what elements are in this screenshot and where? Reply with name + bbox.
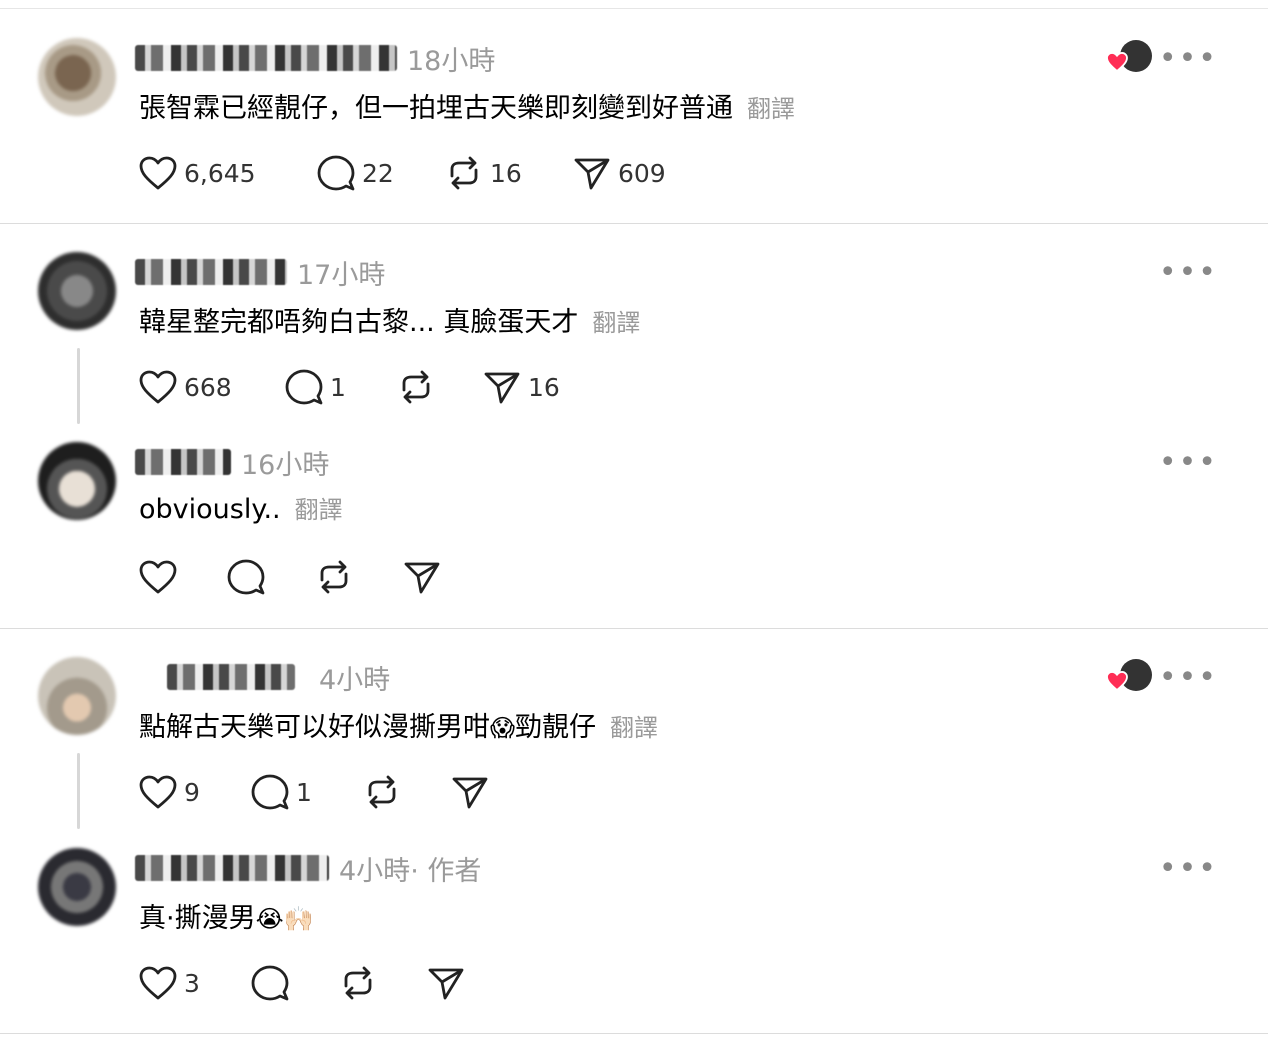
like-button[interactable]: 6,645 [138,155,316,191]
heart-icon [1106,671,1128,691]
heart-icon [139,560,177,594]
send-icon [404,562,440,594]
heart-icon [139,966,177,1000]
heart-icon [139,156,177,190]
repost-button[interactable] [338,964,426,1002]
timestamp: 4小時 [319,664,391,696]
comment-text-continued: 勁靚仔 [515,712,597,743]
like-count: 668 [184,372,232,402]
reply-button[interactable]: 22 [316,154,444,192]
like-button[interactable]: 3 [138,965,250,1001]
author-tag: · 作者 [410,855,482,887]
timestamp: 17小時 [297,259,386,291]
avatar[interactable] [38,657,116,735]
avatar[interactable] [38,38,116,116]
share-button[interactable]: 609 [572,154,666,192]
share-count: 609 [618,158,666,188]
repost-button[interactable] [314,558,402,596]
comment-text: obviously.. [139,494,281,525]
comment-icon [251,965,289,1001]
share-button[interactable]: 16 [482,368,560,406]
username-redacted[interactable] [135,45,397,71]
reply-count: 1 [330,372,346,402]
heart-icon [1106,52,1128,72]
send-icon [452,777,488,809]
comment-text: 真·撕漫男 [139,903,256,934]
thread-connector [77,753,80,829]
like-button[interactable]: 9 [138,774,250,810]
repost-button[interactable] [362,773,450,811]
liked-by-author-badge [1106,659,1154,693]
comment-3[interactable]: 16小時 ••• obviously.. 翻譯 [0,442,1268,595]
repost-button[interactable]: 16 [444,154,572,192]
share-button[interactable] [426,964,466,1002]
repost-icon [368,775,396,809]
translate-link[interactable]: 翻譯 [610,714,658,742]
more-options-icon[interactable]: ••• [1159,44,1218,74]
like-button[interactable] [138,559,226,595]
emoji: 😭🙌🏻 [255,905,314,933]
username-redacted[interactable] [135,855,329,881]
repost-icon [402,370,430,404]
reply-count: 1 [296,777,312,807]
liked-by-author-badge [1106,40,1154,74]
translate-link[interactable]: 翻譯 [295,496,343,524]
send-icon [428,968,464,1000]
like-count: 6,645 [184,158,256,188]
timestamp: 18小時 [407,45,496,77]
repost-icon [344,966,372,1000]
comment-icon [317,155,355,191]
more-options-icon[interactable]: ••• [1159,258,1218,288]
comment-5[interactable]: 4小時 · 作者 ••• 真·撕漫男😭🙌🏻 3 [0,848,1268,1001]
share-button[interactable] [402,558,442,596]
reply-button[interactable] [250,964,338,1002]
comment-1[interactable]: 18小時 ••• 張智霖已經靚仔，但一拍埋古天樂即刻變到好普通 翻譯 6,645 … [0,38,1268,191]
comment-text: 韓星整完都唔夠白古黎... 真臉蛋天才 [139,307,579,338]
repost-button[interactable] [396,368,482,406]
thread-connector [77,348,80,424]
repost-count: 16 [490,158,522,188]
divider [0,1033,1268,1034]
avatar[interactable] [38,252,116,330]
top-divider [0,8,1268,9]
comment-text: 張智霖已經靚仔，但一拍埋古天樂即刻變到好普通 [139,93,733,124]
comment-4[interactable]: 4小時 ••• 點解古天樂可以好似漫撕男咁😱勁靚仔 翻譯 9 1 [0,657,1268,810]
divider [0,628,1268,629]
timestamp: 16小時 [241,449,330,481]
like-count: 3 [184,968,200,998]
reply-button[interactable]: 1 [284,368,396,406]
avatar[interactable] [38,848,116,926]
send-icon [574,158,610,190]
comment-icon [251,774,289,810]
reply-button[interactable]: 1 [250,773,362,811]
more-options-icon[interactable]: ••• [1159,448,1218,478]
comment-text: 點解古天樂可以好似漫撕男咁 [139,712,490,743]
translate-link[interactable]: 翻譯 [747,95,795,123]
reply-count: 22 [362,158,394,188]
share-count: 16 [528,372,560,402]
divider [0,223,1268,224]
comment-2[interactable]: 17小時 ••• 韓星整完都唔夠白古黎... 真臉蛋天才 翻譯 668 1 16 [0,252,1268,405]
heart-icon [139,370,177,404]
more-options-icon[interactable]: ••• [1159,854,1218,884]
like-button[interactable]: 668 [138,369,284,405]
emoji: 😱 [490,714,516,742]
repost-icon [320,560,348,594]
share-button[interactable] [450,773,490,811]
repost-icon [450,156,478,190]
timestamp: 4小時 [339,855,411,887]
username-redacted[interactable] [135,449,231,475]
avatar[interactable] [38,442,116,520]
comment-icon [285,369,323,405]
username-redacted[interactable] [167,664,295,690]
send-icon [484,372,520,404]
username-redacted[interactable] [135,259,287,285]
comment-icon [227,559,265,595]
translate-link[interactable]: 翻譯 [592,309,640,337]
heart-icon [139,775,177,809]
more-options-icon[interactable]: ••• [1159,663,1218,693]
reply-button[interactable] [226,558,314,596]
like-count: 9 [184,777,200,807]
